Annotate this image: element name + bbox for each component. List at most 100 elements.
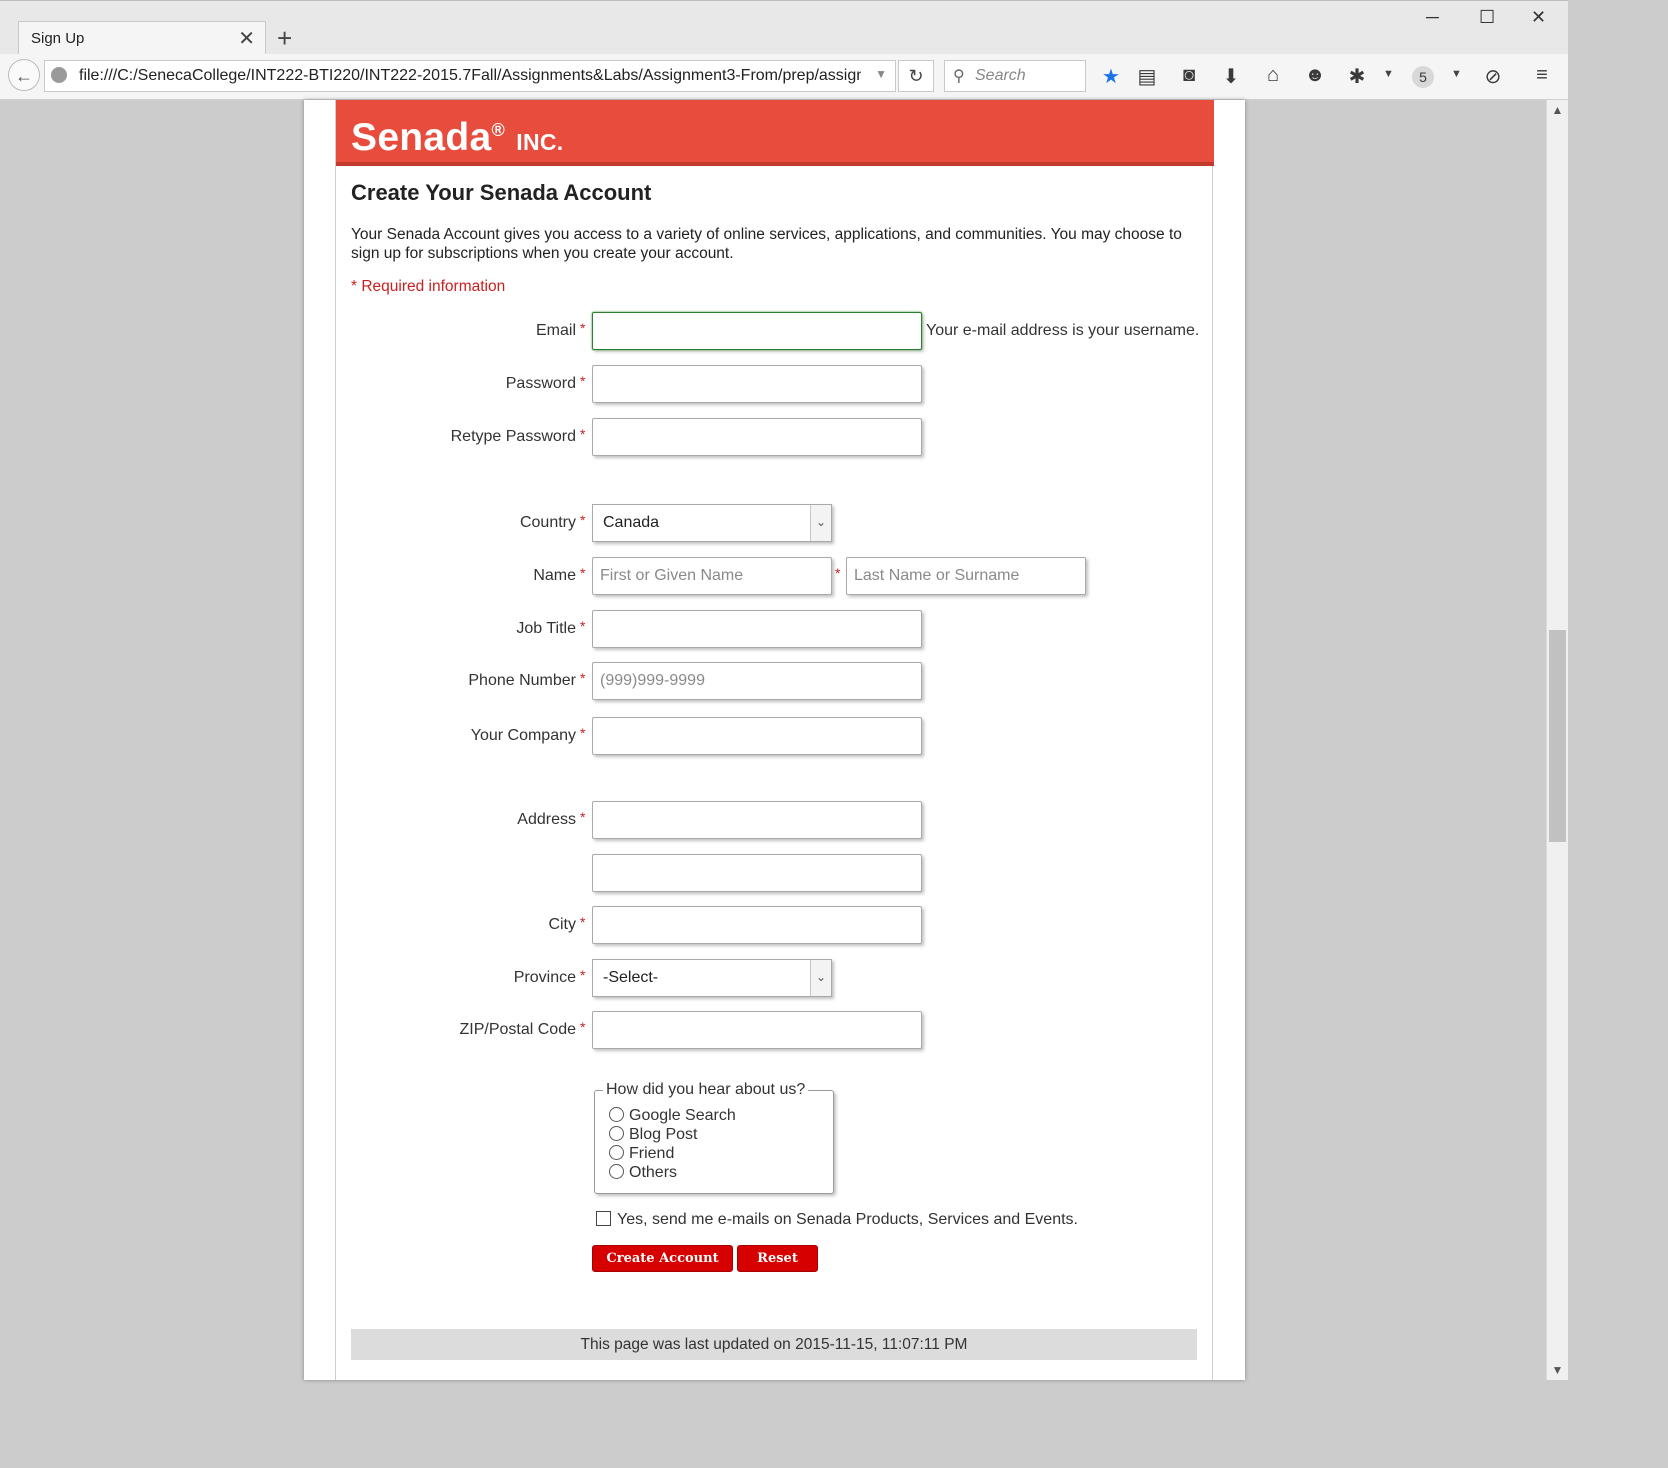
addon-icon[interactable]: ⊘ — [1480, 64, 1506, 89]
radio-button[interactable] — [609, 1107, 624, 1122]
phone-field[interactable] — [592, 662, 922, 700]
browser-chrome: Sign Up ✕ + ─ ☐ ✕ ← file:///C:/SenecaCol… — [0, 0, 1568, 100]
badge-count-icon[interactable]: 5 — [1412, 66, 1434, 88]
scroll-down-icon[interactable]: ▼ — [1547, 1360, 1568, 1380]
brand-logo: Senada® INC. — [351, 116, 563, 160]
bookmarks-menu-icon[interactable]: ▤ — [1134, 64, 1160, 89]
brand-reg: ® — [491, 120, 506, 140]
email-hint: Your e-mail address is your username. — [926, 322, 1200, 339]
page-title: Create Your Senada Account — [351, 180, 652, 205]
history-dropdown-icon[interactable]: ▼ — [875, 67, 887, 81]
home-icon[interactable]: ⌂ — [1260, 64, 1286, 87]
referral-fieldset: How did you hear about us? Google Search… — [594, 1081, 834, 1194]
search-input[interactable]: ⚲ Search — [944, 60, 1086, 92]
company-field[interactable] — [592, 717, 922, 755]
downloads-icon[interactable]: ⬇ — [1218, 64, 1244, 89]
url-bar[interactable]: file:///C:/SenecaCollege/INT222-BTI220/I… — [44, 60, 896, 92]
brand-suffix: INC. — [516, 129, 564, 155]
address-line1-field[interactable] — [592, 801, 922, 839]
newsletter-label: Yes, send me e-mails on Senada Products,… — [617, 1211, 1078, 1228]
chevron-down-icon[interactable]: ⌄ — [810, 960, 831, 996]
newsletter-checkbox-row[interactable]: Yes, send me e-mails on Senada Products,… — [596, 1211, 1078, 1229]
required-note: * Required information — [351, 278, 506, 295]
required-asterisk: * — [580, 565, 586, 581]
back-arrow-icon[interactable]: ← — [8, 59, 40, 91]
job-title-field[interactable] — [592, 610, 922, 648]
required-asterisk: * — [580, 809, 586, 825]
radio-label: Others — [629, 1164, 678, 1181]
required-asterisk: * — [580, 967, 586, 983]
reload-icon[interactable]: ↻ — [898, 60, 934, 92]
brand-banner: Senada® INC. — [336, 100, 1214, 166]
phone-label: Phone Number — [468, 672, 576, 689]
chat-icon[interactable]: ☻ — [1302, 64, 1328, 87]
password-field[interactable] — [592, 365, 922, 403]
radio-button[interactable] — [609, 1164, 624, 1179]
pocket-icon[interactable]: ◙ — [1176, 64, 1202, 87]
required-asterisk: * — [580, 670, 586, 686]
hamburger-menu-icon[interactable]: ≡ — [1529, 64, 1555, 87]
required-asterisk: * — [580, 512, 586, 528]
retype-password-label: Retype Password — [450, 428, 576, 445]
referral-legend: How did you hear about us? — [603, 1081, 809, 1099]
scroll-up-icon[interactable]: ▲ — [1547, 100, 1568, 120]
intro-text: Your Senada Account gives you access to … — [351, 226, 1182, 262]
tab-strip: Sign Up ✕ + ─ ☐ ✕ — [0, 0, 1568, 55]
country-select[interactable]: Canada ⌄ — [592, 504, 832, 542]
site-info-icon[interactable] — [51, 67, 67, 83]
zip-label: ZIP/Postal Code — [459, 1021, 577, 1038]
minimize-icon[interactable]: ─ — [1426, 7, 1439, 28]
first-name-field[interactable] — [592, 557, 832, 595]
newsletter-checkbox[interactable] — [596, 1211, 611, 1226]
url-text[interactable]: file:///C:/SenecaCollege/INT222-BTI220/I… — [79, 67, 861, 85]
zip-field[interactable] — [592, 1011, 922, 1049]
bookmark-star-icon[interactable]: ★ — [1098, 64, 1124, 89]
radio-button[interactable] — [609, 1145, 624, 1160]
badge-dropdown-icon[interactable]: ▼ — [1451, 68, 1462, 80]
radio-friend[interactable]: Friend — [609, 1145, 674, 1163]
password-label: Password — [505, 375, 576, 392]
search-icon: ⚲ — [953, 68, 965, 85]
address-label: Address — [517, 811, 576, 828]
maximize-icon[interactable]: ☐ — [1479, 7, 1495, 28]
address-line2-field[interactable] — [592, 854, 922, 892]
name-label: Name — [533, 567, 576, 584]
radio-label: Google Search — [629, 1107, 736, 1124]
firebug-dropdown-icon[interactable]: ▼ — [1383, 68, 1394, 80]
radio-button[interactable] — [609, 1126, 624, 1141]
job-title-label: Job Title — [516, 620, 576, 637]
required-asterisk: * — [835, 565, 841, 581]
retype-password-field[interactable] — [592, 418, 922, 456]
close-tab-icon[interactable]: ✕ — [238, 26, 255, 51]
radio-label: Blog Post — [629, 1126, 698, 1143]
last-name-field[interactable] — [846, 557, 1086, 595]
city-field[interactable] — [592, 906, 922, 944]
reset-button[interactable]: Reset — [737, 1245, 818, 1272]
required-asterisk: * — [580, 914, 586, 930]
brand-name: Senada — [351, 116, 492, 159]
scrollbar-thumb[interactable] — [1549, 630, 1566, 842]
company-label: Your Company — [470, 727, 576, 744]
close-window-icon[interactable]: ✕ — [1531, 7, 1546, 28]
page: Senada® INC. Create Your Senada Account … — [304, 100, 1245, 1380]
radio-google-search[interactable]: Google Search — [609, 1107, 736, 1125]
required-asterisk: * — [580, 618, 586, 634]
firebug-icon[interactable]: ✱ — [1344, 64, 1370, 89]
new-tab-icon[interactable]: + — [277, 23, 292, 54]
tab-sign-up[interactable]: Sign Up ✕ — [18, 21, 266, 55]
last-updated-footer: This page was last updated on 2015-11-15… — [351, 1329, 1197, 1360]
city-label: City — [548, 916, 576, 933]
create-account-button[interactable]: Create Account — [592, 1245, 733, 1272]
vertical-scrollbar[interactable]: ▲ ▼ — [1546, 100, 1568, 1380]
chevron-down-icon[interactable]: ⌄ — [810, 505, 831, 541]
nav-bar: ← file:///C:/SenecaCollege/INT222-BTI220… — [0, 54, 1568, 100]
country-value: Canada — [603, 514, 660, 531]
email-field[interactable] — [592, 312, 922, 350]
radio-others[interactable]: Others — [609, 1164, 677, 1182]
province-value: -Select- — [603, 969, 659, 986]
radio-blog-post[interactable]: Blog Post — [609, 1126, 697, 1144]
province-label: Province — [513, 969, 576, 986]
required-asterisk: * — [580, 373, 586, 389]
radio-label: Friend — [629, 1145, 675, 1162]
province-select[interactable]: -Select- ⌄ — [592, 959, 832, 997]
